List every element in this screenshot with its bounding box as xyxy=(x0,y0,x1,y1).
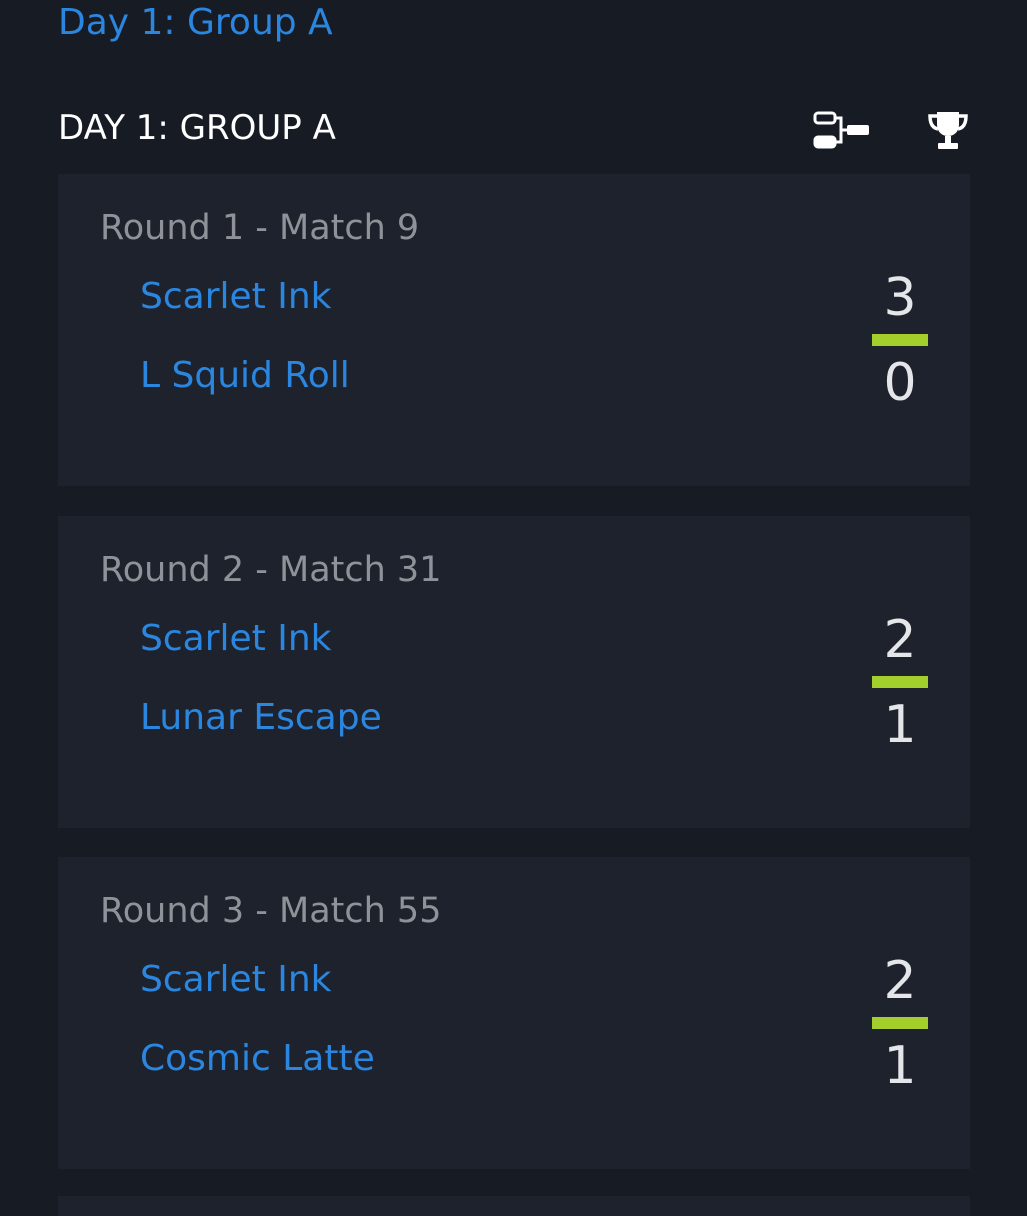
team-name[interactable]: Lunar Escape xyxy=(140,697,382,738)
section-header: DAY 1: GROUP A xyxy=(58,104,970,156)
section-title: DAY 1: GROUP A xyxy=(58,108,336,148)
bracket-view-button[interactable] xyxy=(810,104,874,156)
score-team2: 0 xyxy=(883,353,917,413)
breadcrumb-link[interactable]: Day 1: Group A xyxy=(58,2,333,43)
trophy-icon xyxy=(928,112,968,149)
trophy-button[interactable] xyxy=(922,104,974,156)
score-team1: 2 xyxy=(883,610,917,670)
score-divider xyxy=(872,1017,928,1029)
next-match-card xyxy=(58,1196,970,1216)
score-team1: 2 xyxy=(883,951,917,1011)
match-card[interactable]: Round 1 - Match 9 Scarlet Ink L Squid Ro… xyxy=(58,174,970,486)
team-name[interactable]: Scarlet Ink xyxy=(140,618,332,659)
team-name[interactable]: Scarlet Ink xyxy=(140,276,332,317)
team-name[interactable]: Cosmic Latte xyxy=(140,1038,375,1079)
team-name[interactable]: L Squid Roll xyxy=(140,355,350,396)
match-card[interactable]: Round 3 - Match 55 Scarlet Ink Cosmic La… xyxy=(58,857,970,1169)
match-title: Round 3 - Match 55 xyxy=(100,891,442,931)
score-divider xyxy=(872,334,928,346)
match-title: Round 2 - Match 31 xyxy=(100,550,442,590)
score-team2: 1 xyxy=(883,695,917,755)
match-title: Round 1 - Match 9 xyxy=(100,208,420,248)
bracket-icon xyxy=(813,111,869,149)
match-card[interactable]: Round 2 - Match 31 Scarlet Ink Lunar Esc… xyxy=(58,516,970,828)
team-name[interactable]: Scarlet Ink xyxy=(140,959,332,1000)
score-team2: 1 xyxy=(883,1036,917,1096)
score-divider xyxy=(872,676,928,688)
score-team1: 3 xyxy=(883,268,917,328)
